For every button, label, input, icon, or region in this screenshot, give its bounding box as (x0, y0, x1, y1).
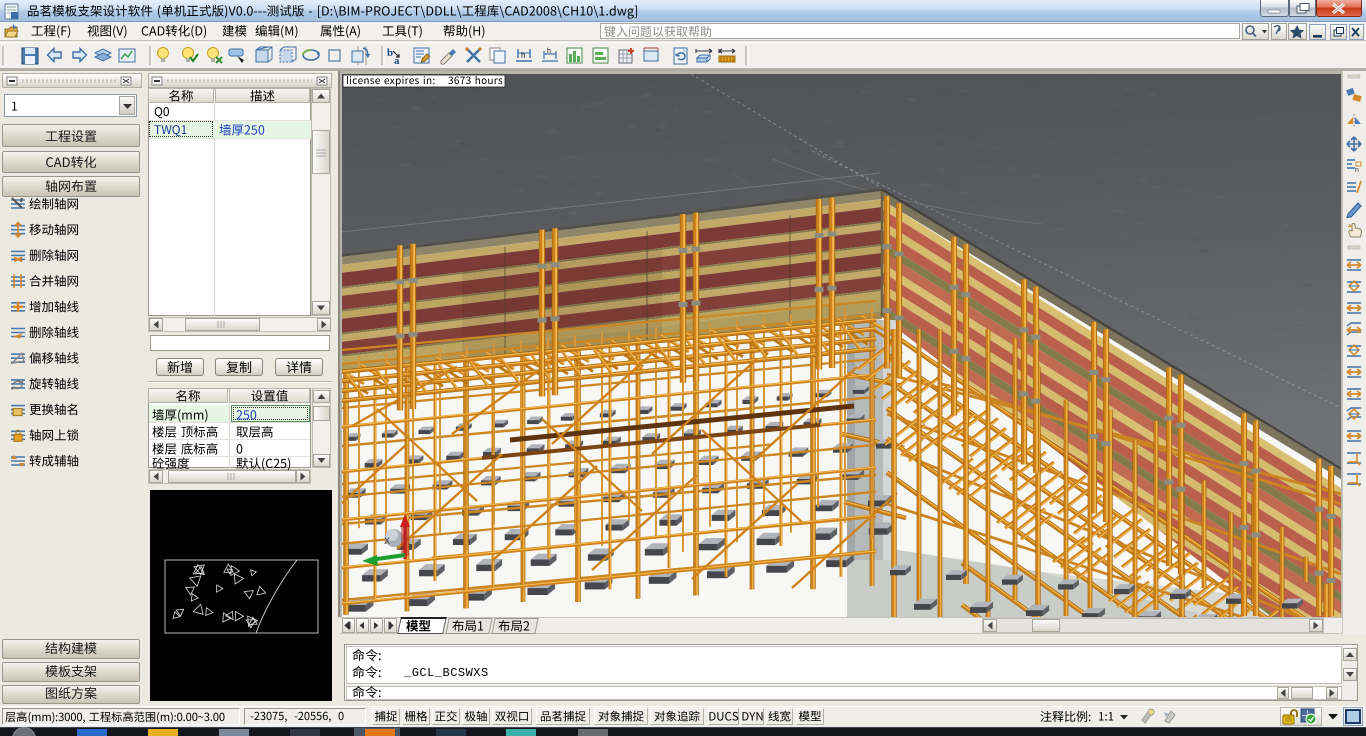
svg-text:X: X (384, 536, 390, 546)
